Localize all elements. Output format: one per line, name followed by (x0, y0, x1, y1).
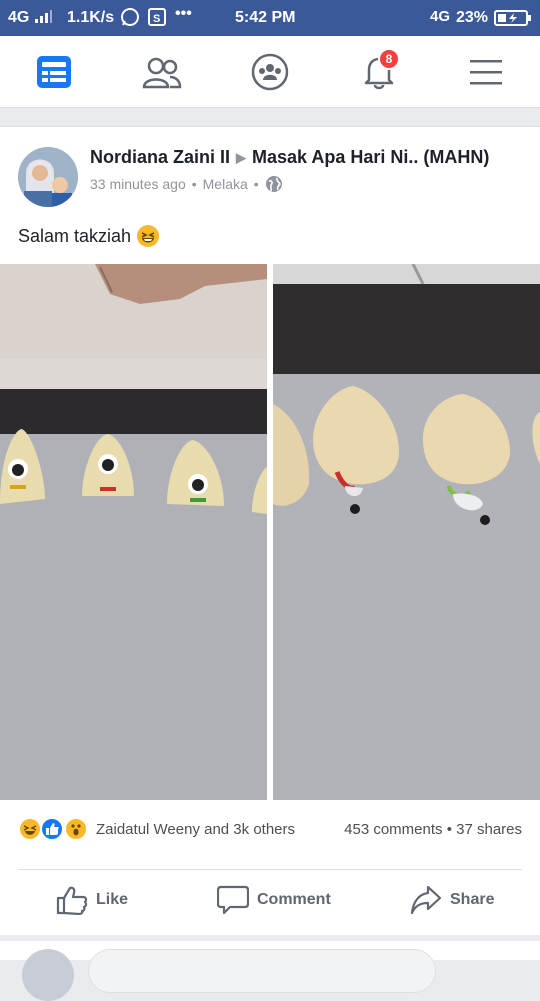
news-feed-icon (37, 56, 71, 88)
feed-gap (0, 108, 540, 126)
comment-label: Comment (257, 891, 331, 908)
comment-button[interactable]: Comment (217, 885, 331, 915)
actions-divider (18, 869, 522, 870)
network-indicator: 4G (8, 9, 52, 27)
post-photo-right[interactable] (273, 264, 540, 800)
status-bar: 4G 1.1K/s S ••• 5:42 PM 4G 23% (0, 0, 540, 36)
groups-tab[interactable] (247, 50, 293, 94)
post-card: Nordiana Zaini II ▶ Masak Apa Hari Ni.. (M… (0, 126, 540, 1001)
photo-image (0, 264, 267, 800)
post-actions: Like Comment Share (0, 873, 540, 931)
post-time[interactable]: 33 minutes ago (90, 176, 186, 192)
comments-count[interactable]: 453 comments (344, 821, 442, 838)
screenshot-icon: S (148, 8, 166, 31)
thumbs-up-icon (56, 886, 88, 915)
share-arrow-icon: ▶ (236, 150, 247, 165)
post-photos (0, 264, 540, 800)
wow-reaction-icon (64, 817, 88, 841)
battery-icon (494, 10, 532, 31)
haha-reaction-icon (18, 817, 42, 841)
shares-count[interactable]: 37 shares (456, 821, 522, 838)
comment-area-gap (0, 935, 540, 941)
notification-badge: 8 (378, 48, 400, 70)
clock: 5:42 PM (235, 9, 296, 26)
network-right: 4G (430, 8, 451, 25)
comment-input[interactable] (88, 949, 436, 993)
like-button[interactable]: Like (56, 885, 128, 915)
post-header-title: Nordiana Zaini II ▶ Masak Apa Hari Ni.. (M… (90, 147, 489, 168)
laughing-emoji-icon (137, 225, 160, 247)
post-text: Salam takziah (18, 225, 160, 247)
news-feed-tab[interactable] (31, 50, 77, 94)
network-label: 4G (8, 9, 30, 26)
network-speed: 1.1K/s (67, 9, 115, 26)
comment-icon (217, 885, 249, 915)
groups-icon (251, 53, 289, 91)
share-icon (410, 885, 442, 915)
friends-icon (142, 57, 182, 89)
post-counts: 453 comments • 37 shares (344, 821, 522, 838)
group-name[interactable]: Masak Apa Hari Ni.. (MAHN) (252, 147, 489, 167)
meta-separator: • (191, 176, 197, 192)
meta-separator: • (253, 176, 259, 192)
share-label: Share (450, 891, 495, 908)
post-body: Salam takziah (18, 225, 132, 246)
battery-percent: 23% (456, 9, 489, 26)
author-name[interactable]: Nordiana Zaini II (90, 147, 230, 167)
post-photo-left[interactable] (0, 264, 267, 800)
avatar-image (18, 147, 78, 207)
reactions-bar[interactable]: Zaidatul Weeny and 3k others 453 comment… (0, 817, 540, 853)
menu-tab[interactable] (463, 50, 509, 94)
like-label: Like (96, 891, 129, 908)
like-reaction-icon (40, 817, 64, 841)
top-nav-bar: 8 (0, 36, 540, 108)
photo-image (273, 264, 540, 800)
commenter-avatar (22, 949, 74, 1001)
whatsapp-icon (120, 7, 140, 32)
friends-tab[interactable] (139, 50, 185, 94)
signal-icon (34, 10, 52, 23)
post-location[interactable]: Melaka (203, 176, 248, 192)
globe-icon (265, 176, 282, 192)
more-dots-icon: ••• (175, 5, 192, 22)
hamburger-menu-icon (470, 60, 502, 85)
notifications-tab[interactable]: 8 (356, 48, 402, 94)
post-meta: 33 minutes ago • Melaka • (90, 175, 283, 193)
share-button[interactable]: Share (410, 885, 494, 915)
count-separator: • (446, 821, 457, 838)
svg-text:S: S (153, 13, 160, 25)
reaction-names[interactable]: Zaidatul Weeny and 3k others (96, 821, 295, 838)
author-avatar[interactable] (18, 147, 78, 207)
